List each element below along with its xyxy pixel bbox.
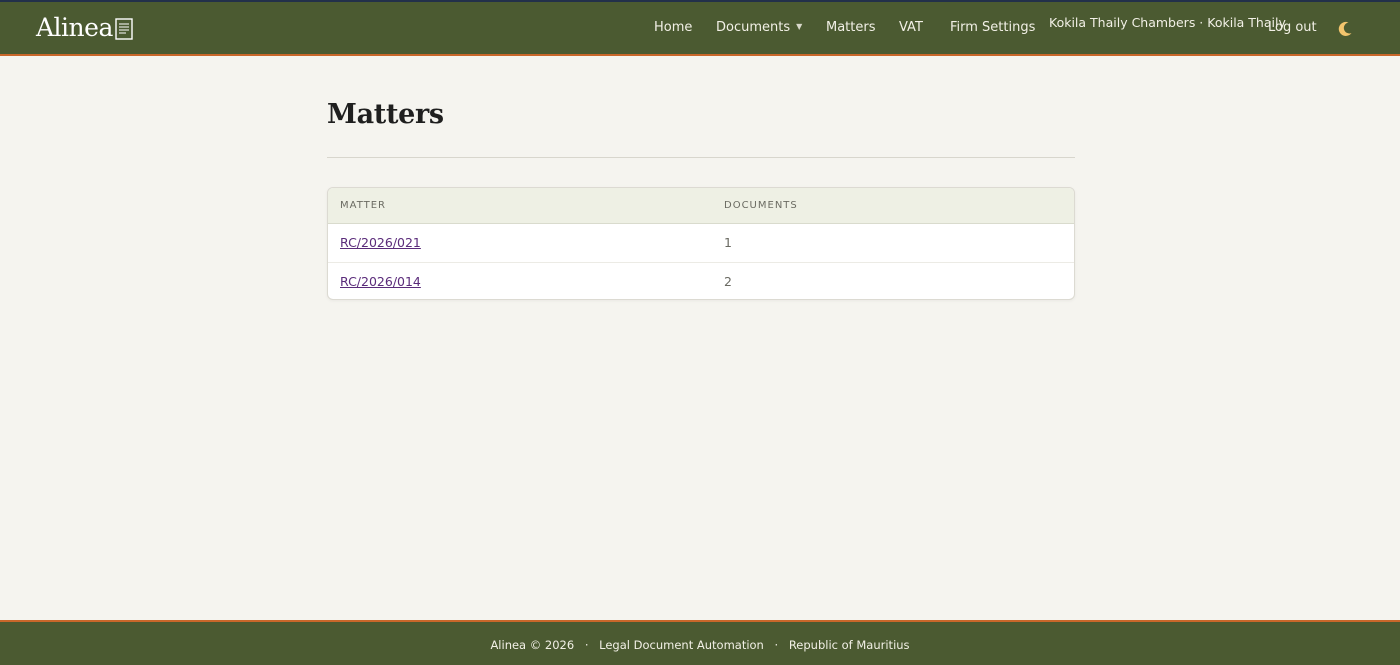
nav-home[interactable]: Home xyxy=(654,20,692,35)
table-row: RC/2026/014 2 xyxy=(328,262,1074,299)
top-navbar: Alinea Home Documents ▼ Matters VAT Firm … xyxy=(0,0,1400,56)
caret-down-icon: ▼ xyxy=(796,22,803,31)
document-count: 1 xyxy=(724,235,732,250)
nav-firm-settings[interactable]: Firm Settings xyxy=(950,20,1035,35)
footer-tagline: Legal Document Automation xyxy=(599,638,764,652)
brand-name: Alinea xyxy=(36,13,113,42)
table-row: RC/2026/021 1 xyxy=(328,224,1074,262)
footer-copyright: Alinea © 2026 xyxy=(490,638,575,652)
column-header-matter: Matter xyxy=(340,200,386,211)
nav-documents[interactable]: Documents ▼ xyxy=(716,20,802,35)
footer-separator: · xyxy=(584,638,589,652)
footer-separator: · xyxy=(774,638,779,652)
footer: Alinea © 2026 · Legal Document Automatio… xyxy=(0,620,1400,665)
moon-icon[interactable] xyxy=(1336,20,1354,38)
document-count: 2 xyxy=(724,274,732,289)
table-header: Matter Documents xyxy=(328,188,1074,224)
nav-documents-label: Documents xyxy=(716,20,791,35)
title-divider xyxy=(327,157,1075,158)
matter-link[interactable]: RC/2026/021 xyxy=(340,235,421,250)
matters-table: Matter Documents RC/2026/021 1 RC/2026/0… xyxy=(327,187,1075,300)
user-label: Kokila Thaily Chambers · Kokila Thaily xyxy=(1049,15,1286,30)
page-title: Matters xyxy=(327,99,444,130)
column-header-documents: Documents xyxy=(724,200,798,211)
brand-logo[interactable]: Alinea xyxy=(36,14,133,42)
footer-jurisdiction: Republic of Mauritius xyxy=(788,638,910,652)
nav-matters[interactable]: Matters xyxy=(826,20,876,35)
document-icon xyxy=(115,18,133,40)
matter-link[interactable]: RC/2026/014 xyxy=(340,274,421,289)
nav-vat[interactable]: VAT xyxy=(899,20,923,35)
